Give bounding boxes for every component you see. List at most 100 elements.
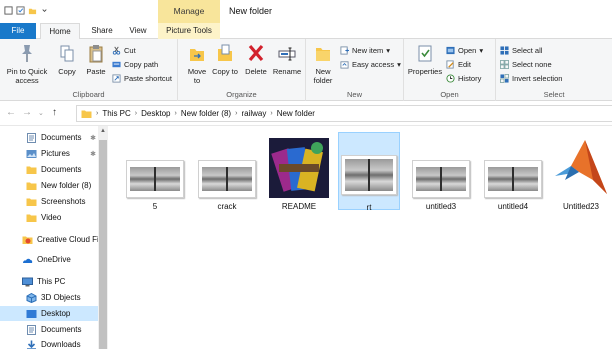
image-thumbnail	[198, 160, 256, 198]
new-item-button[interactable]: New item ▾	[340, 45, 390, 55]
sidebar-item-3d-objects[interactable]: 3D Objects	[0, 290, 98, 305]
sidebar-item-creative-cloud[interactable]: Creative Cloud Fil	[0, 232, 98, 247]
open-group: Properties Open ▾ Edit History Open	[404, 39, 496, 101]
breadcrumb-separator-icon: ›	[134, 110, 138, 117]
copy-button[interactable]: Copy	[54, 43, 80, 76]
file-item-selected[interactable]: rt	[338, 132, 400, 212]
history-label: History	[458, 73, 482, 83]
sidebar-item-documents-pinned[interactable]: Documents ✱	[0, 130, 98, 145]
rename-icon	[278, 47, 296, 61]
file-item[interactable]: untitled3	[410, 132, 472, 211]
pin-quick-access-label: Pin to Quick access	[6, 67, 48, 85]
address-bar[interactable]: › This PC › Desktop › New folder (8) › r…	[76, 105, 612, 122]
history-icon	[446, 73, 455, 83]
breadcrumb-railway[interactable]: railway	[241, 109, 266, 118]
scissors-icon	[112, 46, 121, 55]
invert-selection-label: Invert selection	[512, 73, 563, 83]
sidebar-item-documents-folder[interactable]: Documents	[0, 162, 98, 177]
cut-button[interactable]: Cut	[112, 45, 136, 55]
organize-group-label: Organize	[226, 90, 257, 99]
ribbon-tabs: File Home Share View Picture Tools	[0, 23, 612, 40]
folder-icon	[26, 166, 37, 174]
copy-to-button[interactable]: Copy to	[212, 43, 238, 76]
copy-path-button[interactable]: Copy path	[112, 59, 158, 69]
tab-file[interactable]: File	[0, 23, 36, 39]
breadcrumb-new-folder-8[interactable]: New folder (8)	[181, 109, 231, 118]
file-name: rt	[366, 203, 372, 212]
scrollbar-thumb[interactable]	[99, 140, 107, 349]
file-item[interactable]: crack	[196, 132, 258, 211]
select-none-icon	[500, 59, 509, 69]
sidebar-item-video[interactable]: Video	[0, 210, 98, 225]
sidebar-item-downloads[interactable]: Downloads	[0, 337, 98, 349]
history-button[interactable]: History	[446, 73, 481, 83]
invert-selection-button[interactable]: Invert selection	[500, 73, 562, 83]
breadcrumb-new-folder[interactable]: New folder	[277, 109, 315, 118]
sidebar-item-label: Desktop	[41, 309, 71, 318]
pin-icon[interactable]: ✱	[90, 134, 96, 142]
easy-access-dropdown-icon: ▾	[397, 59, 401, 69]
manage-tab[interactable]: Manage	[158, 6, 220, 16]
sidebar-item-pictures[interactable]: Pictures ✱	[0, 146, 98, 161]
window-icon	[4, 6, 13, 15]
documents-icon	[27, 132, 36, 143]
paste-shortcut-button[interactable]: Paste shortcut	[112, 73, 172, 83]
ribbon: Pin to Quick access Copy Paste Cut Copy …	[0, 39, 612, 101]
sidebar-item-new-folder-8[interactable]: New folder (8)	[0, 178, 98, 193]
sidebar-item-this-pc[interactable]: This PC	[0, 274, 98, 289]
desktop-icon	[26, 309, 37, 318]
pin-icon[interactable]: ✱	[90, 150, 96, 158]
navigation-pane-scrollbar[interactable]: ▲	[98, 126, 108, 349]
select-none-button[interactable]: Select none	[500, 59, 552, 69]
sidebar-item-desktop[interactable]: Desktop	[0, 306, 98, 321]
file-item[interactable]: 5	[124, 132, 186, 211]
scroll-up-arrow-icon[interactable]: ▲	[100, 128, 106, 134]
forward-arrow-icon[interactable]: →	[22, 107, 32, 118]
edit-button[interactable]: Edit	[446, 59, 471, 69]
breadcrumb-desktop[interactable]: Desktop	[141, 109, 170, 118]
sidebar-item-screenshots[interactable]: Screenshots	[0, 194, 98, 209]
back-arrow-icon[interactable]: ←	[6, 107, 16, 118]
up-arrow-icon[interactable]: ↑	[52, 107, 57, 118]
new-folder-button[interactable]: New folder	[310, 43, 336, 85]
sidebar-item-documents[interactable]: Documents	[0, 322, 98, 337]
new-group: New folder New item ▾ Easy access ▾ New	[306, 39, 404, 101]
clipboard-group-label: Clipboard	[72, 90, 105, 99]
open-button[interactable]: Open ▾	[446, 45, 483, 55]
open-icon	[446, 46, 455, 54]
folder-icon	[26, 182, 37, 190]
delete-button[interactable]: Delete	[242, 43, 270, 76]
pin-quick-access-button[interactable]: Pin to Quick access	[2, 43, 52, 85]
sidebar-item-label: This PC	[37, 277, 66, 286]
pin-icon	[22, 45, 32, 62]
rename-button[interactable]: Rename	[272, 43, 302, 76]
copy-path-label: Copy path	[124, 59, 159, 69]
select-all-button[interactable]: Select all	[500, 45, 542, 55]
sidebar-item-label: Documents	[41, 165, 82, 174]
pictures-icon	[26, 149, 37, 158]
properties-icon[interactable]	[16, 6, 25, 15]
file-item[interactable]: README	[268, 132, 330, 211]
file-name: untitled3	[425, 202, 457, 211]
properties-button[interactable]: Properties	[406, 43, 444, 76]
tab-share[interactable]: Share	[86, 23, 118, 39]
chevron-down-icon[interactable]	[40, 6, 49, 15]
sidebar-item-label: Video	[41, 213, 62, 222]
breadcrumb-this-pc[interactable]: This PC	[102, 109, 130, 118]
file-item[interactable]: Untitled23	[550, 132, 612, 211]
easy-access-button[interactable]: Easy access ▾	[340, 59, 401, 69]
new-folder-icon[interactable]	[28, 6, 37, 15]
file-name: 5	[152, 202, 158, 211]
paste-button[interactable]: Paste	[82, 43, 110, 76]
tab-view[interactable]: View	[122, 23, 154, 39]
tab-picture-tools[interactable]: Picture Tools	[158, 23, 220, 39]
file-item[interactable]: untitled4	[482, 132, 544, 211]
recent-locations-chevron-icon[interactable]: ⌄	[38, 109, 44, 117]
move-to-button[interactable]: Move to	[184, 43, 210, 85]
breadcrumb-separator-icon: ›	[174, 110, 177, 117]
breadcrumb-separator-icon: ›	[235, 110, 238, 117]
tab-home[interactable]: Home	[40, 23, 80, 40]
new-item-icon	[340, 45, 349, 55]
folder-icon	[316, 48, 330, 61]
sidebar-item-onedrive[interactable]: OneDrive	[0, 252, 98, 267]
